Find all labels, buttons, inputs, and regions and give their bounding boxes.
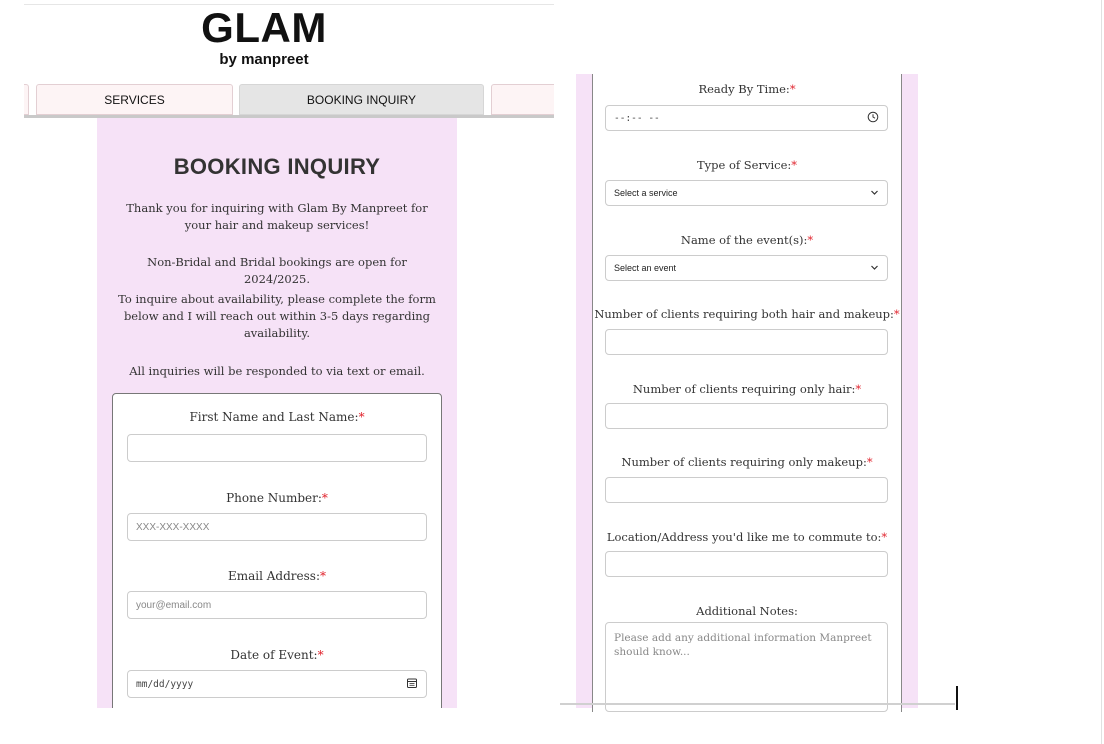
left-page-view: GLAM by manpreet SERVICES BOOKING INQUIR… bbox=[24, 4, 554, 708]
brand-logo-title[interactable]: GLAM bbox=[24, 4, 504, 52]
service-type-select[interactable]: Select a service bbox=[605, 180, 888, 206]
phone-input[interactable]: XXX-XXX-XXXX bbox=[127, 513, 427, 541]
right-page-view: Ready By Time:* --:-- -- Type of Service… bbox=[560, 0, 960, 712]
ready-time-label: Ready By Time:* bbox=[698, 82, 796, 96]
ready-time-input[interactable]: --:-- -- bbox=[605, 105, 888, 131]
brand-logo-subtitle: by manpreet bbox=[219, 51, 309, 68]
nav-tab-services[interactable]: SERVICES bbox=[36, 84, 233, 115]
nav-tab-previous[interactable] bbox=[24, 84, 29, 115]
makeup-count-label: Number of clients requiring only makeup:… bbox=[621, 455, 873, 469]
text-cursor bbox=[956, 686, 958, 710]
email-label: Email Address:* bbox=[227, 569, 326, 583]
clock-icon[interactable] bbox=[867, 111, 879, 126]
booking-section: BOOKING INQUIRY Thank you for inquiring … bbox=[97, 118, 457, 708]
bottom-divider bbox=[560, 703, 955, 705]
full-name-input[interactable] bbox=[127, 434, 427, 462]
page-title: BOOKING INQUIRY bbox=[173, 154, 381, 179]
main-nav: SERVICES BOOKING INQUIRY bbox=[24, 84, 554, 118]
chevron-down-icon[interactable] bbox=[870, 263, 879, 274]
intro-paragraph: All inquiries will be responded to via t… bbox=[129, 364, 425, 378]
date-label: Date of Event:* bbox=[230, 648, 324, 662]
booking-form-card-continued: Ready By Time:* --:-- -- Type of Service… bbox=[592, 74, 902, 712]
hair-count-label: Number of clients requiring only hair:* bbox=[632, 382, 862, 396]
notes-label: Additional Notes: bbox=[696, 604, 798, 618]
location-label: Location/Address you'd like me to commut… bbox=[606, 530, 888, 544]
both-count-input[interactable] bbox=[605, 329, 888, 355]
nav-tab-booking-inquiry[interactable]: BOOKING INQUIRY bbox=[239, 84, 484, 115]
window-edge bbox=[1101, 0, 1102, 744]
name-label: First Name and Last Name:* bbox=[189, 410, 365, 424]
service-type-label: Type of Service:* bbox=[696, 158, 798, 172]
chevron-down-icon[interactable] bbox=[870, 188, 879, 199]
email-input[interactable]: your@email.com bbox=[127, 591, 427, 619]
nav-tab-next[interactable] bbox=[491, 84, 554, 115]
intro-paragraph: To inquire about availability, please co… bbox=[118, 292, 436, 340]
event-date-input[interactable]: mm/dd/yyyy bbox=[127, 670, 427, 698]
phone-label: Phone Number:* bbox=[226, 491, 328, 505]
booking-form-card: First Name and Last Name:* Phone Number:… bbox=[112, 393, 442, 708]
both-count-label: Number of clients requiring both hair an… bbox=[594, 307, 900, 321]
event-name-label: Name of the event(s):* bbox=[680, 233, 814, 247]
event-name-select[interactable]: Select an event bbox=[605, 255, 888, 281]
location-input[interactable] bbox=[605, 551, 888, 577]
additional-notes-textarea[interactable]: Please add any additional information Ma… bbox=[605, 622, 888, 712]
calendar-icon[interactable] bbox=[406, 677, 418, 692]
intro-paragraph: Thank you for inquiring with Glam By Man… bbox=[126, 201, 428, 232]
makeup-count-input[interactable] bbox=[605, 477, 888, 503]
hair-count-input[interactable] bbox=[605, 403, 888, 429]
intro-paragraph: Non-Bridal and Bridal bookings are open … bbox=[147, 255, 407, 286]
